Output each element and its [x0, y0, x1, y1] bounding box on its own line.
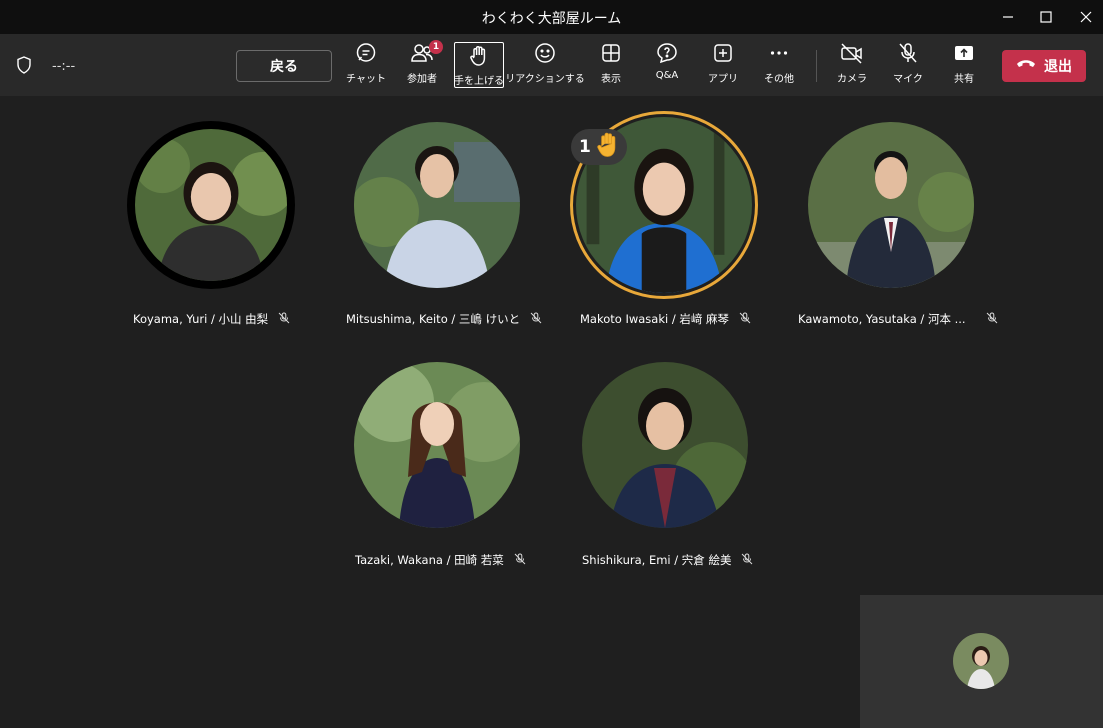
self-view-panel[interactable] — [860, 595, 1103, 728]
mic-muted-icon — [986, 312, 998, 327]
title-bar: わくわく大部屋ルーム — [0, 0, 1103, 34]
mic-muted-icon — [530, 312, 542, 327]
participant-name: Tazaki, Wakana / 田崎 若菜 — [355, 553, 504, 567]
back-button[interactable]: 戻る — [236, 50, 332, 82]
raised-hand-badge: 1 — [571, 129, 627, 165]
hand-icon — [467, 43, 491, 68]
participant-name: Mitsushima, Keito / 三嶋 けいと — [346, 312, 521, 326]
mic-button[interactable]: マイク — [892, 40, 924, 90]
window-title: わくわく大部屋ルーム — [481, 11, 622, 27]
camera-off-icon — [840, 40, 864, 66]
participant-name-row: Kawamoto, Yasutaka / 河本 ... — [798, 311, 998, 327]
qa-button[interactable]: Q&A — [651, 40, 683, 90]
self-avatar-photo — [953, 633, 1009, 689]
mic-label: マイク — [893, 74, 923, 85]
share-icon — [952, 40, 976, 66]
mic-off-icon — [896, 40, 920, 66]
participant-name: Shishikura, Emi / 宍倉 絵美 — [582, 553, 732, 567]
mic-muted-icon — [741, 553, 753, 568]
participant-name-row: Mitsushima, Keito / 三嶋 けいと — [346, 311, 542, 327]
participant-name: Koyama, Yuri / 小山 由梨 — [133, 312, 269, 326]
avatar-photo — [582, 362, 748, 528]
leave-label: 退出 — [1044, 59, 1072, 75]
meeting-timer: --:-- — [52, 59, 76, 74]
people-icon: 1 — [410, 40, 443, 66]
participant-avatar[interactable] — [135, 129, 287, 281]
raised-hand-icon — [595, 131, 621, 163]
meeting-toolbar: --:-- 戻る チャット 1 参加者 手を上げる リアクションする 表示 Q&… — [0, 34, 1103, 96]
raise-hand-button[interactable]: 手を上げる — [454, 42, 504, 88]
participant-avatar[interactable] — [354, 362, 520, 528]
hand-raise-order: 1 — [579, 137, 591, 157]
shield-icon[interactable] — [16, 56, 32, 78]
more-button[interactable]: その他 — [762, 40, 796, 90]
hang-up-icon — [1016, 58, 1036, 74]
leave-button[interactable]: 退出 — [1002, 50, 1086, 82]
apps-label: アプリ — [708, 74, 738, 85]
qa-icon — [655, 40, 679, 66]
camera-label: カメラ — [837, 74, 867, 85]
mic-muted-icon — [514, 553, 526, 568]
participant-avatar[interactable] — [354, 122, 520, 288]
camera-button[interactable]: カメラ — [836, 40, 868, 90]
avatar-photo — [135, 129, 287, 281]
grid-icon — [599, 40, 623, 66]
participant-name: Makoto Iwasaki / 岩﨑 麻琴 — [580, 312, 730, 326]
participant-name-row: Tazaki, Wakana / 田崎 若菜 — [355, 552, 526, 568]
chat-label: チャット — [346, 74, 386, 85]
avatar-photo — [354, 362, 520, 528]
react-label: リアクションする — [505, 74, 585, 85]
participant-name: Kawamoto, Yasutaka / 河本 ... — [798, 312, 966, 326]
close-window-button[interactable] — [1074, 6, 1098, 28]
share-label: 共有 — [954, 74, 974, 85]
more-icon — [767, 40, 791, 66]
qa-label: Q&A — [655, 70, 679, 81]
participant-name-row: Makoto Iwasaki / 岩﨑 麻琴 — [580, 311, 751, 327]
share-button[interactable]: 共有 — [948, 40, 980, 90]
participant-avatar[interactable] — [582, 362, 748, 528]
chat-button[interactable]: チャット — [346, 40, 386, 90]
view-button[interactable]: 表示 — [595, 40, 627, 90]
avatar-photo — [808, 122, 974, 288]
raise-hand-label: 手を上げる — [454, 76, 504, 87]
react-button[interactable]: リアクションする — [505, 40, 585, 90]
chat-icon — [354, 40, 378, 66]
apps-button[interactable]: アプリ — [707, 40, 739, 90]
participants-button[interactable]: 1 参加者 — [404, 40, 443, 90]
participant-name-row: Koyama, Yuri / 小山 由梨 — [133, 311, 290, 327]
maximize-button[interactable] — [1034, 6, 1058, 28]
view-label: 表示 — [601, 74, 621, 85]
participants-badge: 1 — [429, 40, 443, 54]
toolbar-divider — [816, 50, 817, 82]
mic-muted-icon — [278, 312, 290, 327]
mic-muted-icon — [739, 312, 751, 327]
minimize-button[interactable] — [996, 6, 1020, 28]
plus-square-icon — [711, 40, 735, 66]
avatar-photo — [354, 122, 520, 288]
participants-label: 参加者 — [407, 74, 437, 85]
participant-avatar[interactable] — [808, 122, 974, 288]
self-avatar — [953, 633, 1009, 689]
more-label: その他 — [764, 74, 794, 85]
smile-icon — [533, 40, 557, 66]
participant-name-row: Shishikura, Emi / 宍倉 絵美 — [582, 552, 753, 568]
